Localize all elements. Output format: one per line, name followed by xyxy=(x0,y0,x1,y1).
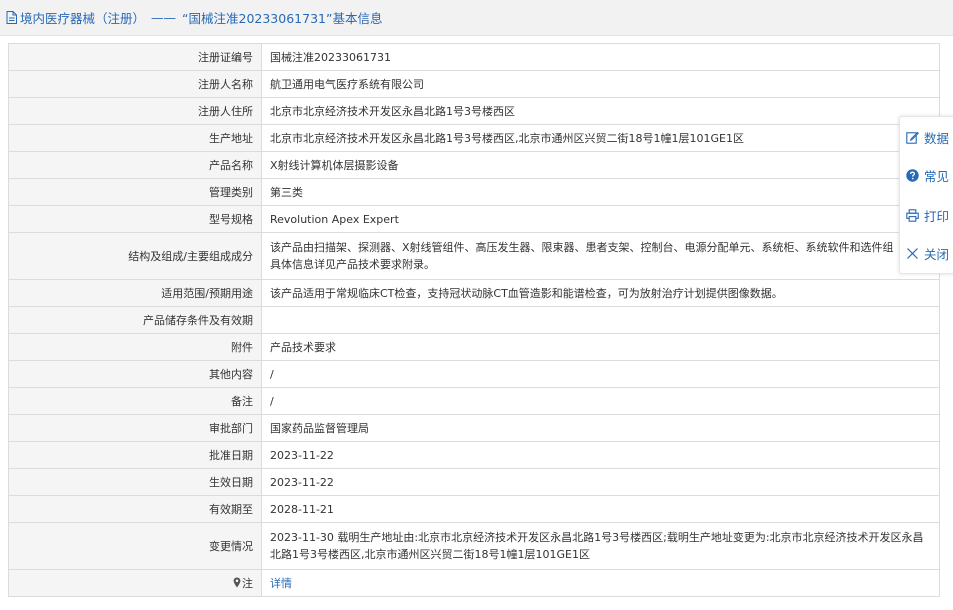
question-circle-icon xyxy=(906,168,919,182)
side-item-print[interactable]: 打印 xyxy=(906,205,949,225)
table-row: 注册证编号 国械注准20233061731 xyxy=(8,43,940,71)
row-value-line: 该产品由扫描架、探测器、X射线管组件、高压发生器、限束器、患者支架、控制台、电源… xyxy=(270,241,894,254)
row-label: 批准日期 xyxy=(8,441,262,469)
row-label: 结构及组成/主要组成成分 xyxy=(8,232,262,280)
table-row: 批准日期 2023-11-22 xyxy=(8,441,940,469)
row-value-line: 2023-11-30 载明生产地址由:北京市北京经济技术开发区永昌北路1号3号楼… xyxy=(270,531,924,544)
header-section-link[interactable]: 境内医疗器械（注册） xyxy=(20,8,145,27)
table-row: 生产地址 北京市北京经济技术开发区永昌北路1号3号楼西区,北京市通州区兴贸二街1… xyxy=(8,124,940,152)
row-value: 2023-11-22 xyxy=(261,468,940,496)
row-value: 该产品适用于常规临床CT检查，支持冠状动脉CT血管造影和能谱检查，可为放射治疗计… xyxy=(261,279,940,307)
row-label: 其他内容 xyxy=(8,360,262,388)
table-row: 备注 / xyxy=(8,387,940,415)
side-item-label: 关闭 xyxy=(924,246,950,262)
print-icon xyxy=(906,208,919,222)
table-row: 附件 产品技术要求 xyxy=(8,333,940,361)
row-value: 详情 xyxy=(261,569,940,597)
table-row: 注册人名称 航卫通用电气医疗系统有限公司 xyxy=(8,70,940,98)
side-item-data[interactable]: 数据 xyxy=(906,127,949,147)
row-label: 管理类别 xyxy=(8,178,262,206)
row-label: 产品储存条件及有效期 xyxy=(8,306,262,334)
row-value: 该产品由扫描架、探测器、X射线管组件、高压发生器、限束器、患者支架、控制台、电源… xyxy=(261,232,940,280)
details-link[interactable]: 详情 xyxy=(270,577,292,590)
row-value: / xyxy=(261,360,940,388)
table-row: 产品储存条件及有效期 xyxy=(8,306,940,334)
table-row: 产品名称 X射线计算机体层摄影设备 xyxy=(8,151,940,179)
row-label-text: 注 xyxy=(242,577,253,590)
row-label: 备注 xyxy=(8,387,262,415)
row-value: / xyxy=(261,387,940,415)
side-toolbar: 数据 常见 打印 关闭 xyxy=(899,116,953,274)
row-label: 注册人住所 xyxy=(8,97,262,125)
document-icon xyxy=(6,11,17,24)
side-item-label: 常见 xyxy=(924,168,950,184)
page-header: 境内医疗器械（注册） —— “国械注准20233061731”基本信息 xyxy=(0,0,953,36)
row-value: 国械注准20233061731 xyxy=(261,43,940,71)
row-label: 附件 xyxy=(8,333,262,361)
row-value: 北京市北京经济技术开发区永昌北路1号3号楼西区,北京市通州区兴贸二街18号1幢1… xyxy=(261,124,940,152)
table-row: 注 详情 xyxy=(8,569,940,597)
row-value: 国家药品监督管理局 xyxy=(261,414,940,442)
row-label: 型号规格 xyxy=(8,205,262,233)
table-row: 型号规格 Revolution Apex Expert xyxy=(8,205,940,233)
row-value: 2028-11-21 xyxy=(261,495,940,523)
row-value: 航卫通用电气医疗系统有限公司 xyxy=(261,70,940,98)
info-table-wrap: 注册证编号 国械注准20233061731 注册人名称 航卫通用电气医疗系统有限… xyxy=(8,43,940,597)
row-value: 2023-11-22 xyxy=(261,441,940,469)
row-label: 生效日期 xyxy=(8,468,262,496)
table-row: 管理类别 第三类 xyxy=(8,178,940,206)
page-title: “国械注准20233061731”基本信息 xyxy=(182,11,383,26)
row-label: 产品名称 xyxy=(8,151,262,179)
table-row: 变更情况 2023-11-30 载明生产地址由:北京市北京经济技术开发区永昌北路… xyxy=(8,522,940,570)
row-value-line: 北路1号3号楼西区,北京市通州区兴贸二街18号1幢1层101GE1区 xyxy=(270,548,590,561)
table-row: 有效期至 2028-11-21 xyxy=(8,495,940,523)
map-pin-icon xyxy=(233,577,241,588)
side-item-faq[interactable]: 常见 xyxy=(906,165,949,185)
row-label: 有效期至 xyxy=(8,495,262,523)
row-value xyxy=(261,306,940,334)
row-label: 变更情况 xyxy=(8,522,262,570)
row-value-line: 具体信息详见产品技术要求附录。 xyxy=(270,258,435,271)
row-value: Revolution Apex Expert xyxy=(261,205,940,233)
header-separator: —— xyxy=(151,10,177,25)
table-row: 审批部门 国家药品监督管理局 xyxy=(8,414,940,442)
table-row: 结构及组成/主要组成成分 该产品由扫描架、探测器、X射线管组件、高压发生器、限束… xyxy=(8,232,940,280)
table-row: 其他内容 / xyxy=(8,360,940,388)
side-item-close[interactable]: 关闭 xyxy=(906,243,949,263)
row-label-note: 注 xyxy=(8,569,262,597)
info-table: 注册证编号 国械注准20233061731 注册人名称 航卫通用电气医疗系统有限… xyxy=(8,43,940,597)
row-value: 第三类 xyxy=(261,178,940,206)
row-label: 注册证编号 xyxy=(8,43,262,71)
row-label: 适用范围/预期用途 xyxy=(8,279,262,307)
row-label: 注册人名称 xyxy=(8,70,262,98)
side-item-label: 数据 xyxy=(924,130,950,146)
row-label: 生产地址 xyxy=(8,124,262,152)
row-value: 产品技术要求 xyxy=(261,333,940,361)
edit-icon xyxy=(906,131,919,144)
row-value: 北京市北京经济技术开发区永昌北路1号3号楼西区 xyxy=(261,97,940,125)
row-value: X射线计算机体层摄影设备 xyxy=(261,151,940,179)
table-row: 注册人住所 北京市北京经济技术开发区永昌北路1号3号楼西区 xyxy=(8,97,940,125)
close-icon xyxy=(907,247,918,259)
row-value: 2023-11-30 载明生产地址由:北京市北京经济技术开发区永昌北路1号3号楼… xyxy=(261,522,940,570)
table-row: 生效日期 2023-11-22 xyxy=(8,468,940,496)
side-item-label: 打印 xyxy=(924,208,950,224)
row-label: 审批部门 xyxy=(8,414,262,442)
table-row: 适用范围/预期用途 该产品适用于常规临床CT检查，支持冠状动脉CT血管造影和能谱… xyxy=(8,279,940,307)
